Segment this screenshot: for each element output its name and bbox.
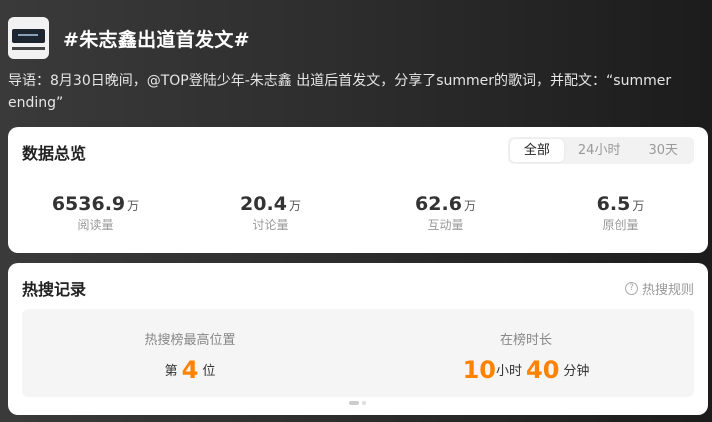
stat-label: 互动量	[427, 218, 464, 232]
stat-unit: 万	[632, 199, 645, 213]
time-on-list-value: 10小时 40 分钟	[358, 356, 694, 384]
help-label: 热搜规则	[641, 283, 694, 298]
highest-position-label: 热搜榜最高位置	[144, 333, 236, 348]
stat-discussions: 20.4 万 讨论量	[183, 193, 358, 233]
stat-label: 原创量	[602, 218, 639, 232]
stat-originals: 6.5 万 原创量	[533, 193, 708, 233]
carousel-pager	[349, 401, 366, 405]
minutes-number: 40	[526, 356, 560, 384]
hot-search-rules-link[interactable]: ? 热搜规则	[624, 279, 694, 298]
stat-reads: 6536.9 万 阅读量	[8, 193, 183, 233]
overview-title: 数据总览	[22, 144, 87, 163]
hot-record-panel: 热搜榜最高位置 第4位 在榜时长 10小时 40 分钟	[22, 309, 694, 397]
highest-position-value: 第4位	[22, 356, 358, 384]
stat-unit: 万	[127, 199, 140, 213]
topic-lead: 导语：8月30日晚间，@TOP登陆少年-朱志鑫 出道后首发文，分享了summer…	[8, 73, 672, 111]
data-overview-card: 数据总览 全部 24小时 30天 6536.9 万 阅读量 20.4 万 讨论量 6…	[8, 127, 708, 253]
stats-row: 6536.9 万 阅读量 20.4 万 讨论量 62.6 万 互动量 6.5 万 原创量	[8, 193, 708, 233]
pager-dot[interactable]	[362, 401, 366, 405]
stat-unit: 万	[463, 199, 476, 213]
stat-value: 6536.9	[51, 193, 126, 215]
stat-interactions: 62.6 万 互动量	[358, 193, 533, 233]
hot-search-record-card: 热搜记录 ? 热搜规则 热搜榜最高位置 第4位 在榜时长 10小时 40 分钟	[8, 263, 708, 415]
time-range-tabs: 全部 24小时 30天	[507, 137, 694, 164]
topic-title: #朱志鑫出道首发文#	[63, 28, 250, 51]
minutes-unit: 分钟	[563, 364, 590, 379]
stat-unit: 万	[288, 199, 301, 213]
stat-label: 讨论量	[252, 218, 289, 232]
hot-record-title: 热搜记录	[22, 280, 87, 299]
time-on-list-label: 在榜时长	[499, 333, 552, 348]
thumbnail-base-graphic	[12, 47, 45, 50]
stat-label: 阅读量	[77, 218, 114, 232]
rank-prefix: 第	[164, 364, 178, 379]
stat-value: 62.6	[415, 193, 462, 215]
thumbnail-screen-graphic	[12, 29, 45, 43]
topic-thumbnail[interactable]	[8, 17, 49, 59]
tab-all[interactable]: 全部	[509, 139, 564, 162]
pager-dot-active[interactable]	[349, 401, 359, 405]
tab-30d[interactable]: 30天	[634, 139, 692, 162]
hours-number: 10	[462, 356, 496, 384]
hours-unit: 小时	[495, 364, 522, 379]
tab-24h[interactable]: 24小时	[564, 139, 635, 162]
stat-value: 20.4	[240, 193, 287, 215]
question-circle-icon: ?	[624, 282, 638, 295]
rank-suffix: 位	[202, 364, 216, 379]
stat-value: 6.5	[596, 193, 631, 215]
highest-position: 热搜榜最高位置 第4位	[22, 309, 358, 397]
topic-header: #朱志鑫出道首发文#	[8, 17, 250, 59]
rank-number: 4	[181, 356, 199, 384]
time-on-list: 在榜时长 10小时 40 分钟	[358, 309, 694, 397]
